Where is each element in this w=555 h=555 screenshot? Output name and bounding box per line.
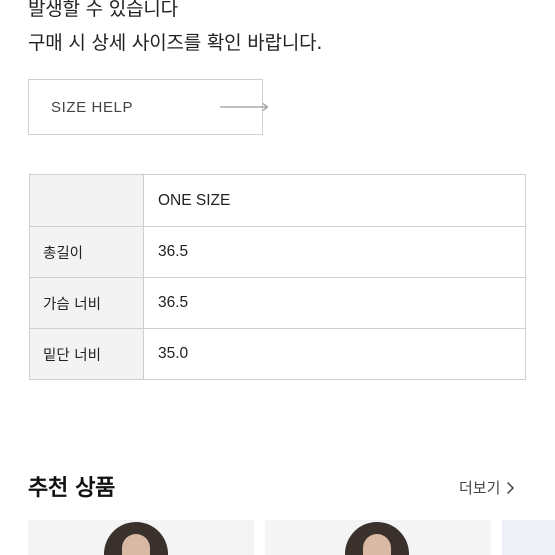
table-row: 밑단 너비 35.0 <box>29 328 526 380</box>
size-table-header-row: ONE SIZE <box>29 174 526 227</box>
notice-line-1: 발생할 수 있습니다 <box>28 0 178 20</box>
size-table-column-header: ONE SIZE <box>143 174 526 227</box>
row-label: 총길이 <box>29 226 144 278</box>
row-label: 밑단 너비 <box>29 328 144 380</box>
size-help-button[interactable]: SIZE HELP <box>28 79 269 135</box>
product-thumbnail[interactable] <box>28 520 254 555</box>
size-help-label: SIZE HELP <box>51 98 134 116</box>
arrow-right-icon <box>220 103 269 111</box>
recommended-products-title: 추천 상품 <box>28 476 116 501</box>
table-row: 총길이 36.5 <box>29 226 526 278</box>
model-photo <box>104 522 168 555</box>
product-thumbnail[interactable] <box>265 520 491 555</box>
row-value: 35.0 <box>143 328 526 380</box>
chevron-right-icon <box>507 481 515 494</box>
size-table-corner-cell <box>29 174 144 227</box>
size-notice: 발생할 수 있습니다 구매 시 상세 사이즈를 확인 바랍니다. <box>28 0 322 60</box>
product-thumbnail[interactable] <box>502 520 555 555</box>
size-table: ONE SIZE 총길이 36.5 가슴 너비 36.5 밑단 너비 35.0 <box>29 174 526 380</box>
model-photo <box>345 522 409 555</box>
row-label: 가슴 너비 <box>29 277 144 329</box>
more-link-label: 더보기 <box>459 479 501 497</box>
row-value: 36.5 <box>143 277 526 329</box>
more-products-link[interactable]: 더보기 <box>459 477 515 498</box>
row-value: 36.5 <box>143 226 526 278</box>
notice-line-2: 구매 시 상세 사이즈를 확인 바랍니다. <box>28 32 323 54</box>
table-row: 가슴 너비 36.5 <box>29 277 526 329</box>
